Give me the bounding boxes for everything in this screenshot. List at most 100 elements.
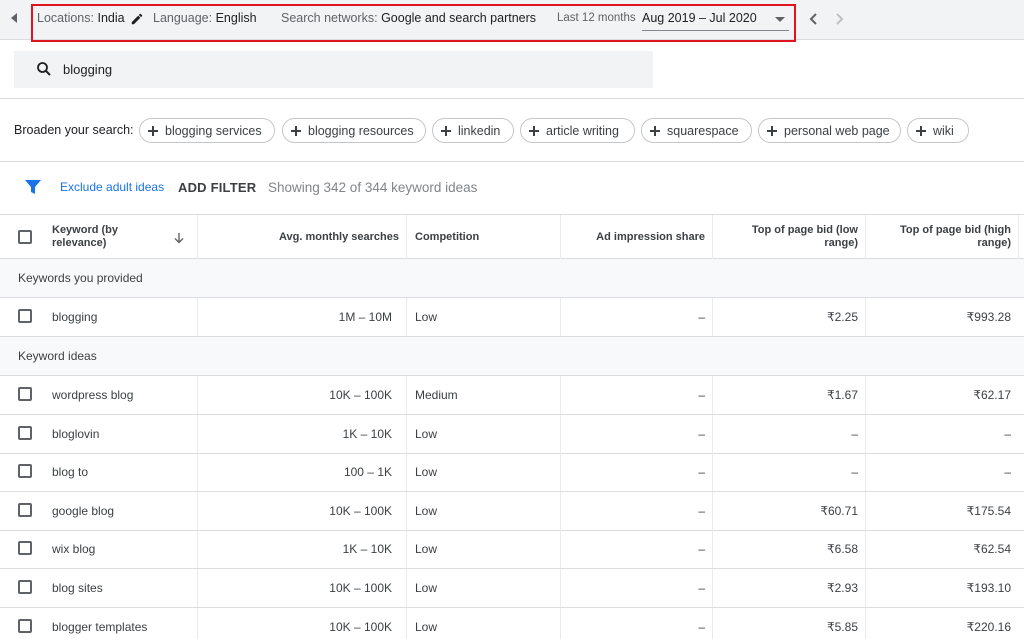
group-header-provided: Keywords you provided [0, 259, 1024, 298]
chip-article-writing[interactable]: article writing [520, 118, 635, 143]
chip-label: blogging resources [308, 123, 414, 138]
chip-label: personal web page [784, 123, 890, 138]
keyword-cell: wix blog [52, 542, 96, 556]
row-checkbox[interactable] [18, 580, 32, 594]
avg-searches-cell: 1M – 10M [338, 310, 392, 324]
divider [0, 161, 1024, 162]
competition-cell: Low [415, 542, 438, 556]
row-checkbox[interactable] [18, 387, 32, 401]
header-keyword[interactable]: Keyword (by relevance) [52, 215, 170, 259]
header-keyword-line1: Keyword (by [52, 224, 119, 236]
row-checkbox[interactable] [18, 503, 32, 517]
chip-label: linkedin [458, 123, 501, 138]
filter-funnel-icon[interactable] [25, 180, 41, 194]
chip-blogging-services[interactable]: blogging services [139, 118, 275, 143]
exclude-adult-ideas-link[interactable]: Exclude adult ideas [60, 180, 164, 194]
header-bid-low[interactable]: Top of page bid (low range) [712, 215, 858, 259]
bid-low-cell: – [851, 465, 858, 479]
ad-share-cell: – [698, 620, 705, 634]
header-ad-impression-share[interactable]: Ad impression share [560, 215, 705, 259]
chip-squarespace[interactable]: squarespace [641, 118, 752, 143]
chip-blogging-resources[interactable]: blogging resources [282, 118, 426, 143]
table-row: wordpress blog 10K – 100K Medium – ₹1.67 ₹62.… [0, 376, 1024, 415]
ad-share-cell: – [698, 310, 705, 324]
header-bid-low-line1: Top of page bid (low [751, 224, 858, 236]
column-divider [1018, 215, 1019, 259]
plus-icon [529, 125, 539, 136]
row-checkbox[interactable] [18, 426, 32, 440]
add-filter-button[interactable]: ADD FILTER [178, 180, 256, 195]
column-divider [406, 569, 407, 607]
column-divider [406, 492, 407, 530]
divider [0, 98, 1024, 99]
chip-label: blogging services [165, 123, 262, 138]
avg-searches-cell: 10K – 100K [329, 388, 392, 402]
bid-high-cell: ₹62.17 [973, 388, 1011, 402]
bid-low-cell: ₹2.93 [827, 581, 858, 595]
plus-icon [916, 125, 926, 136]
plus-icon [767, 125, 777, 136]
bid-high-cell: ₹193.10 [966, 581, 1011, 595]
column-divider [406, 530, 407, 568]
collapse-left-icon[interactable] [9, 10, 19, 26]
keyword-cell: blog sites [52, 581, 103, 595]
header-bid-high[interactable]: Top of page bid (high range) [866, 215, 1011, 259]
column-divider [406, 608, 407, 639]
header-keyword-line2: relevance) [52, 237, 107, 249]
chip-linkedin[interactable]: linkedin [432, 118, 514, 143]
header-competition[interactable]: Competition [415, 215, 555, 259]
ad-share-cell: – [698, 581, 705, 595]
row-checkbox[interactable] [18, 464, 32, 478]
chip-personal-web-page[interactable]: personal web page [758, 118, 901, 143]
results-count-text: Showing 342 of 344 keyword ideas [268, 180, 478, 195]
column-divider [406, 453, 407, 491]
group-header-ideas: Keyword ideas [0, 337, 1024, 376]
avg-searches-cell: 10K – 100K [329, 504, 392, 518]
header-bid-high-line1: Top of page bid (high [900, 224, 1011, 236]
keyword-cell: blogging [52, 310, 98, 324]
group-label: Keywords you provided [18, 271, 143, 285]
bid-high-cell: ₹62.54 [973, 542, 1011, 556]
bid-low-cell: – [851, 427, 858, 441]
search-input[interactable]: blogging [63, 62, 112, 77]
plus-icon [441, 125, 451, 136]
column-divider [406, 298, 407, 336]
chip-label: squarespace [667, 123, 739, 138]
keyword-search-box[interactable]: blogging [14, 51, 653, 88]
bid-low-cell: ₹1.67 [827, 388, 858, 402]
broaden-search-label: Broaden your search: [14, 123, 134, 137]
chip-label: article writing [546, 123, 619, 138]
select-all-checkbox[interactable] [18, 230, 32, 244]
row-checkbox[interactable] [18, 541, 32, 555]
group-label: Keyword ideas [18, 349, 97, 363]
avg-searches-cell: 100 – 1K [343, 465, 392, 479]
chevron-left-icon[interactable] [807, 11, 821, 27]
table-row: blog to 100 – 1K Low – – – [0, 453, 1024, 492]
header-bid-high-line2: range) [977, 237, 1011, 249]
plus-icon [291, 125, 301, 136]
table-row: google blog 10K – 100K Low – ₹60.71 ₹175.54 [0, 492, 1024, 531]
row-checkbox[interactable] [18, 309, 32, 323]
ad-share-cell: – [698, 388, 705, 402]
competition-cell: Low [415, 310, 438, 324]
bid-high-cell: ₹993.28 [966, 310, 1011, 324]
avg-searches-cell: 1K – 10K [342, 542, 392, 556]
avg-searches-cell: 1K – 10K [342, 427, 392, 441]
column-divider [406, 215, 407, 259]
sort-arrow-down-icon[interactable] [173, 232, 185, 244]
settings-highlight-box [31, 4, 796, 42]
competition-cell: Low [415, 581, 438, 595]
bid-low-cell: ₹60.71 [820, 504, 858, 518]
avg-searches-cell: 10K – 100K [329, 620, 392, 634]
search-icon [37, 62, 51, 76]
keyword-cell: blog to [52, 465, 89, 479]
keyword-cell: google blog [52, 504, 115, 518]
chip-wiki[interactable]: wiki [907, 118, 969, 143]
competition-cell: Medium [415, 388, 458, 402]
row-checkbox[interactable] [18, 619, 32, 633]
bid-high-cell: ₹175.54 [966, 504, 1011, 518]
chevron-right-icon[interactable] [832, 11, 846, 27]
header-avg-monthly-searches[interactable]: Avg. monthly searches [198, 215, 399, 259]
bid-high-cell: ₹220.16 [966, 620, 1011, 634]
keyword-cell: blogger templates [52, 620, 148, 634]
